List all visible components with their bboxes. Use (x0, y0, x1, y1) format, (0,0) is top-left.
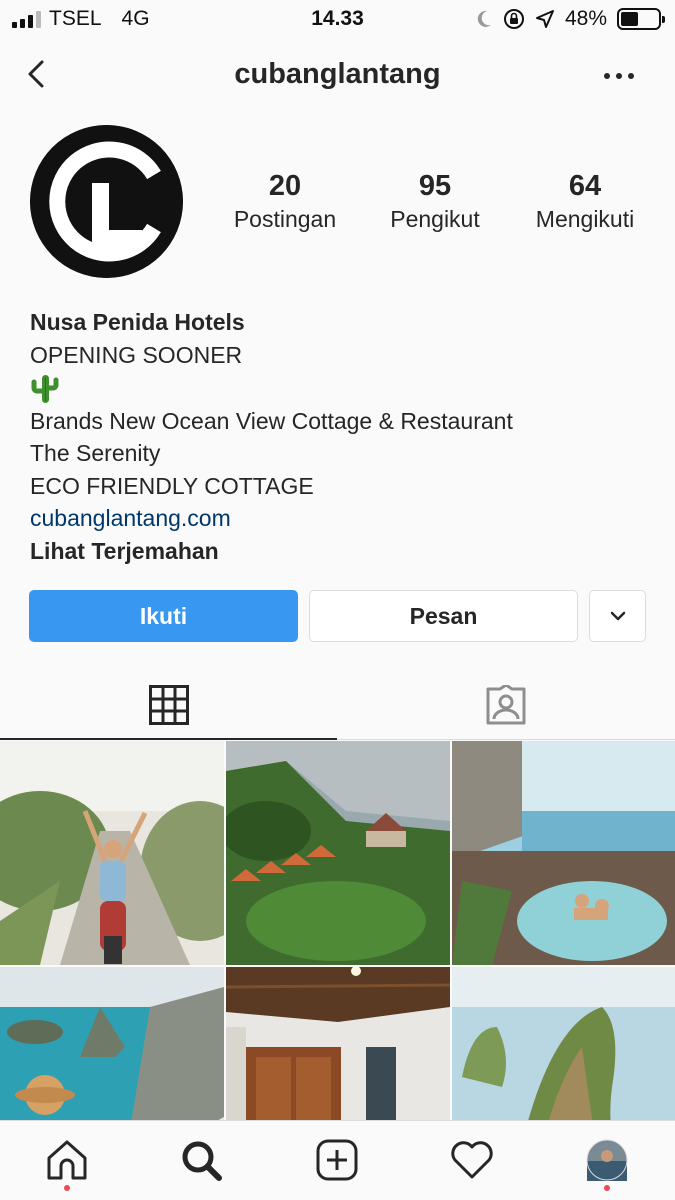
post-thumbnail[interactable] (452, 967, 675, 1121)
post-photo (0, 741, 224, 965)
profile-avatar[interactable] (30, 125, 183, 278)
nav-activity[interactable] (449, 1137, 495, 1183)
profile-stats: 20 Postingan 95 Pengikut 64 Mengikuti (210, 168, 660, 234)
tab-tagged[interactable] (337, 672, 674, 740)
posts-count: 20 (268, 170, 302, 202)
suggested-dropdown-button[interactable] (589, 590, 646, 642)
bio-line: ECO FRIENDLY COTTAGE (30, 472, 314, 499)
stat-followers[interactable]: 95 Pengikut (360, 168, 510, 234)
post-photo (226, 741, 450, 965)
rotation-lock-icon (503, 9, 524, 29)
post-photo (452, 967, 675, 1121)
battery-icon (617, 8, 665, 30)
username-title: cubanglantang (234, 58, 441, 90)
nav-home[interactable] (44, 1137, 90, 1191)
posts-grid (0, 741, 675, 1121)
notification-dot (64, 1185, 70, 1191)
moon-icon (477, 10, 491, 27)
bottom-navigation (0, 1120, 675, 1200)
post-thumbnail[interactable] (226, 967, 450, 1121)
bio-line: The Serenity (30, 440, 161, 467)
new-post-icon (316, 1139, 358, 1181)
following-count: 64 (568, 170, 602, 202)
battery-percent: 48% (564, 7, 607, 30)
status-bar: TSEL 4G 14.33 48% (0, 0, 675, 38)
following-label: Mengikuti (535, 206, 635, 232)
stat-posts[interactable]: 20 Postingan (210, 168, 360, 234)
notification-dot (604, 1185, 610, 1191)
home-icon (47, 1140, 87, 1180)
more-options-icon[interactable] (599, 62, 639, 90)
profile-header: cubanglantang (0, 48, 675, 104)
post-thumbnail[interactable] (452, 741, 675, 965)
profile-avatar-icon (586, 1139, 628, 1181)
activity-icon (451, 1141, 493, 1179)
nav-search[interactable] (178, 1137, 224, 1183)
message-button[interactable]: Pesan (309, 590, 578, 642)
chevron-down-icon (610, 611, 625, 621)
posts-label: Postingan (233, 206, 337, 232)
post-photo (226, 967, 450, 1121)
bio-line: OPENING SOONER (30, 341, 243, 368)
profile-tabs (0, 672, 675, 740)
cactus-icon (31, 374, 59, 403)
display-name: Nusa Penida Hotels (30, 309, 245, 335)
cactus-emoji (30, 371, 513, 405)
search-icon (182, 1141, 222, 1181)
post-thumbnail[interactable] (0, 967, 224, 1121)
post-thumbnail[interactable] (0, 741, 224, 965)
post-thumbnail[interactable] (226, 741, 450, 965)
tagged-icon (486, 685, 525, 725)
follow-button[interactable]: Ikuti (29, 590, 298, 642)
tab-grid[interactable] (0, 672, 337, 740)
see-translation-link[interactable]: Lihat Terjemahan (30, 535, 513, 568)
profile-actions: Ikuti Pesan (29, 590, 647, 642)
grid-icon (148, 685, 189, 725)
nav-new-post[interactable] (314, 1137, 360, 1183)
nav-profile[interactable] (584, 1137, 630, 1191)
followers-count: 95 (418, 170, 452, 202)
stat-following[interactable]: 64 Mengikuti (510, 168, 660, 234)
post-photo (452, 741, 675, 965)
bio-line: Brands New Ocean View Cottage & Restaura… (30, 407, 513, 434)
followers-label: Pengikut (390, 206, 480, 232)
brand-logo (30, 125, 183, 278)
website-link[interactable]: cubanglantang.com (30, 502, 513, 535)
post-photo (0, 967, 224, 1121)
location-icon (535, 10, 554, 28)
profile-bio: Nusa Penida Hotels OPENING SOONER Brands… (30, 306, 513, 567)
